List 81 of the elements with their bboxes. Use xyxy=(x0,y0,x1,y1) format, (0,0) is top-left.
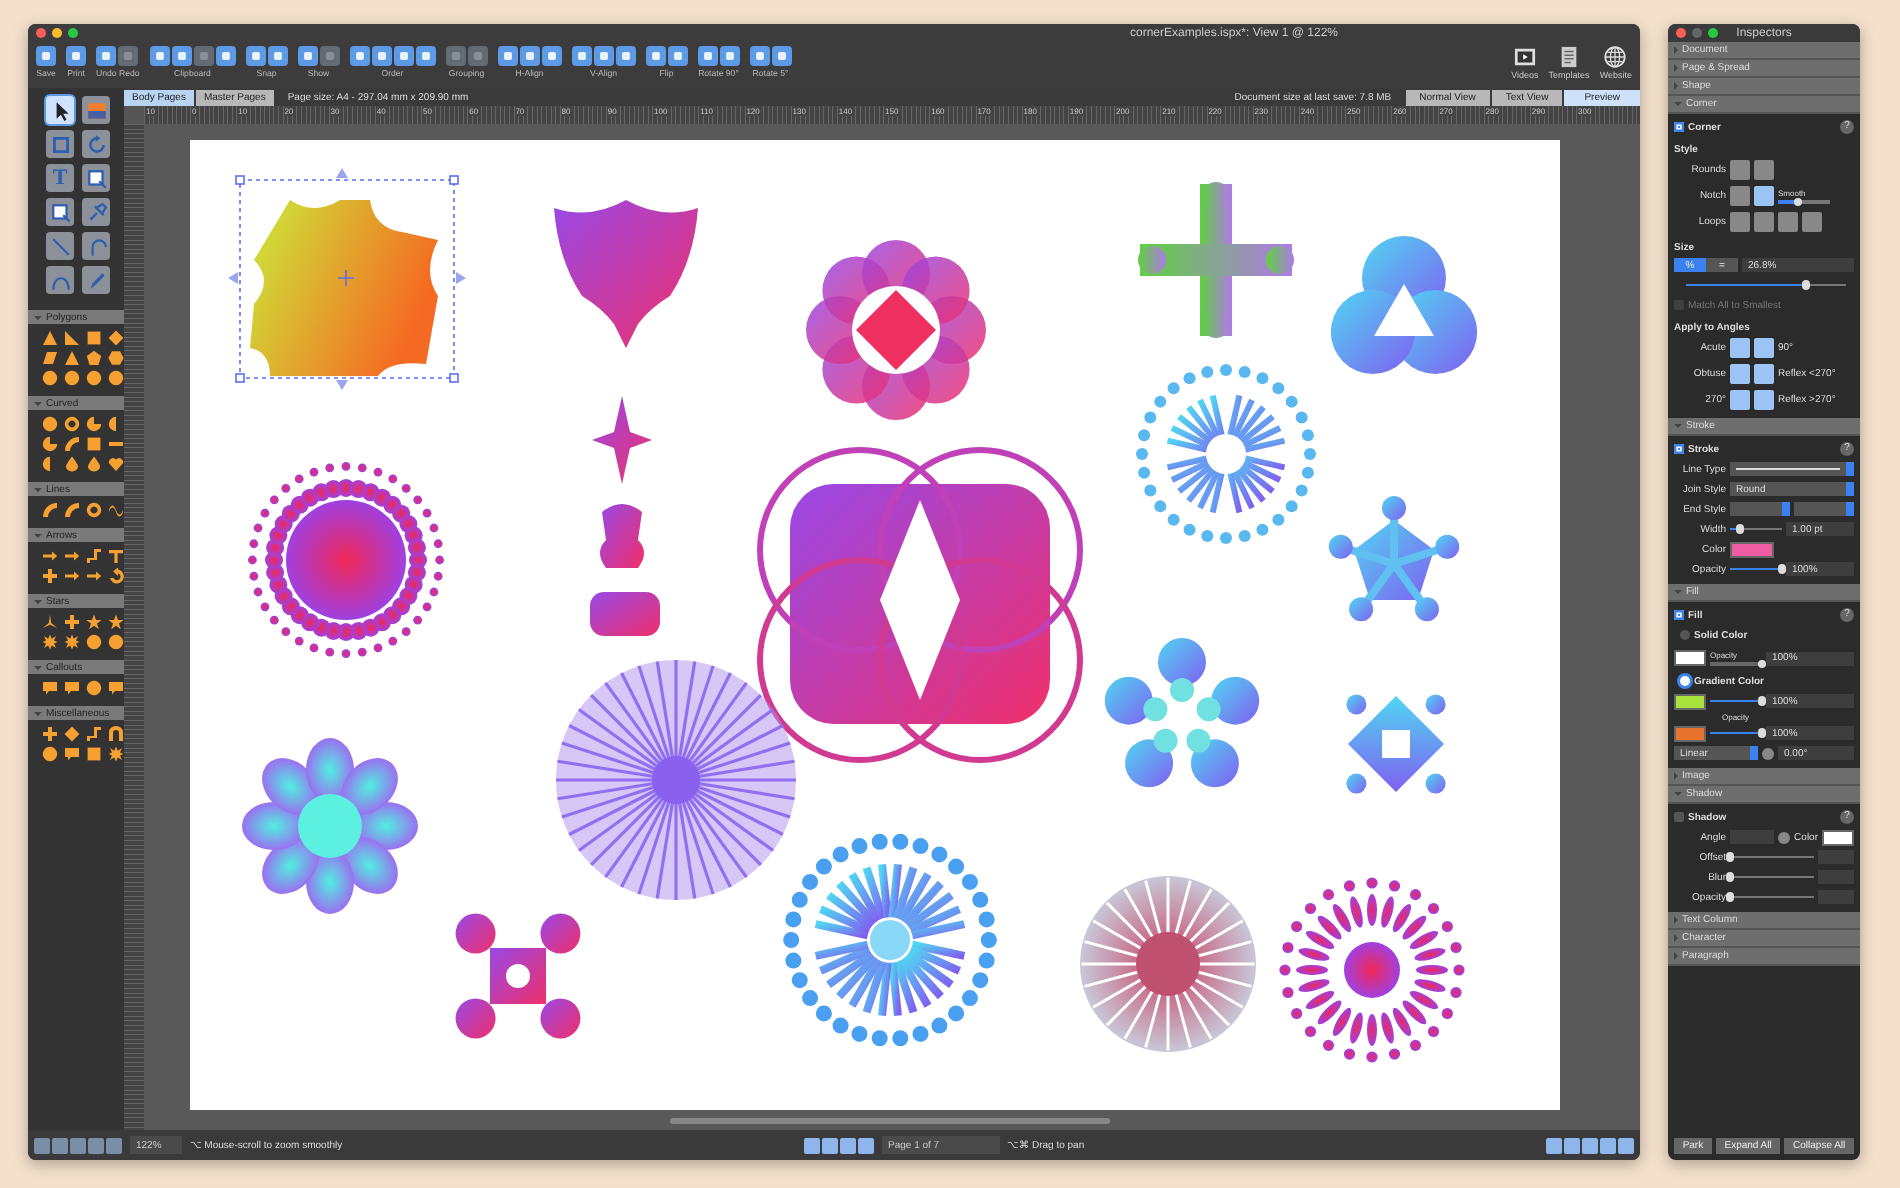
document-icon xyxy=(1558,45,1581,68)
checkbox[interactable] xyxy=(1674,610,1684,620)
frame-icon xyxy=(85,167,107,189)
toolbar-button[interactable] xyxy=(667,45,688,66)
toolbar-button[interactable] xyxy=(771,45,792,66)
shape-icon[interactable] xyxy=(86,548,102,564)
toolbar-button[interactable] xyxy=(371,45,392,66)
toolbar-button[interactable] xyxy=(519,45,540,66)
toolbar-button[interactable] xyxy=(645,45,666,66)
star-flower-shape xyxy=(1328,496,1460,622)
blob-shape xyxy=(600,504,644,568)
selection-frame[interactable] xyxy=(228,168,466,390)
toolbar-button[interactable] xyxy=(571,45,592,66)
shape-icon[interactable] xyxy=(64,614,80,630)
toolbar-button[interactable] xyxy=(749,45,770,66)
close-button[interactable] xyxy=(1676,28,1686,38)
angle-field[interactable] xyxy=(1730,830,1775,844)
shape-icon[interactable] xyxy=(86,614,102,630)
line-type-dropdown[interactable] xyxy=(1730,462,1854,476)
angle-knob[interactable] xyxy=(1778,831,1791,843)
shape-icon[interactable] xyxy=(108,502,124,518)
color-well[interactable] xyxy=(1822,829,1854,845)
shape-icon[interactable] xyxy=(86,502,102,518)
toolbar-button[interactable] xyxy=(541,45,562,66)
film-icon xyxy=(1513,45,1536,68)
shape-icon[interactable] xyxy=(64,416,80,432)
pen-icon xyxy=(85,269,107,291)
shape-icon[interactable] xyxy=(64,634,80,650)
toolbar-button[interactable] xyxy=(615,45,636,66)
shape-icon[interactable] xyxy=(42,568,58,584)
toolbar-button[interactable] xyxy=(393,45,414,66)
shape-icon[interactable] xyxy=(108,746,124,762)
toolbar-button[interactable] xyxy=(719,45,740,66)
frame-tool[interactable] xyxy=(82,164,110,192)
image-icon xyxy=(85,99,107,121)
checkbox[interactable] xyxy=(1674,444,1684,454)
toolbar-button[interactable] xyxy=(171,45,192,66)
shape-icon[interactable] xyxy=(42,634,58,650)
checkbox[interactable] xyxy=(1674,122,1684,132)
rotate-icon xyxy=(85,133,107,155)
toolbar-button[interactable] xyxy=(267,45,288,66)
toolbar-button[interactable] xyxy=(497,45,518,66)
close-button[interactable] xyxy=(36,28,46,38)
toolbar-button[interactable] xyxy=(36,45,56,66)
pointer-tool[interactable] xyxy=(46,96,74,124)
toolbar-button[interactable] xyxy=(215,45,236,66)
color-well[interactable] xyxy=(1674,725,1706,741)
toolbar-button[interactable] xyxy=(297,45,318,66)
shape-icon[interactable] xyxy=(42,614,58,630)
toolbar-button[interactable] xyxy=(149,45,170,66)
toolbar-button[interactable] xyxy=(415,45,436,66)
crop-icon xyxy=(49,133,71,155)
toolbar-button[interactable] xyxy=(96,45,117,66)
globe-icon xyxy=(1604,45,1627,68)
rounded-rectangle-shape xyxy=(590,592,660,636)
line-icon xyxy=(49,235,71,257)
angle-knob[interactable] xyxy=(1762,747,1774,759)
shape-icon[interactable] xyxy=(86,726,102,742)
radio-button[interactable] xyxy=(1680,630,1690,640)
frame-tool[interactable] xyxy=(46,198,74,226)
shape-icon[interactable] xyxy=(42,726,58,742)
scrollbar[interactable] xyxy=(670,1118,1110,1124)
zoom-button[interactable] xyxy=(68,28,78,38)
pin-icon xyxy=(85,201,107,223)
shape-icon[interactable] xyxy=(108,614,124,630)
star-shape xyxy=(592,396,652,484)
color-well[interactable] xyxy=(1674,693,1706,709)
toolbar-button[interactable] xyxy=(66,45,86,66)
toolbar-button[interactable] xyxy=(593,45,614,66)
checkbox[interactable] xyxy=(1674,812,1684,822)
toolbar-button[interactable] xyxy=(245,45,266,66)
toolbar-button[interactable] xyxy=(697,45,718,66)
frame-icon xyxy=(49,201,71,223)
zoom-button[interactable] xyxy=(1708,28,1718,38)
radio-button[interactable] xyxy=(1680,676,1690,686)
ruler-corner xyxy=(124,106,144,124)
color-well[interactable] xyxy=(1674,650,1706,666)
cross-shape xyxy=(455,913,581,1039)
toolbar-button[interactable] xyxy=(349,45,370,66)
color-well[interactable] xyxy=(1730,541,1774,557)
minimize-button[interactable] xyxy=(52,28,62,38)
